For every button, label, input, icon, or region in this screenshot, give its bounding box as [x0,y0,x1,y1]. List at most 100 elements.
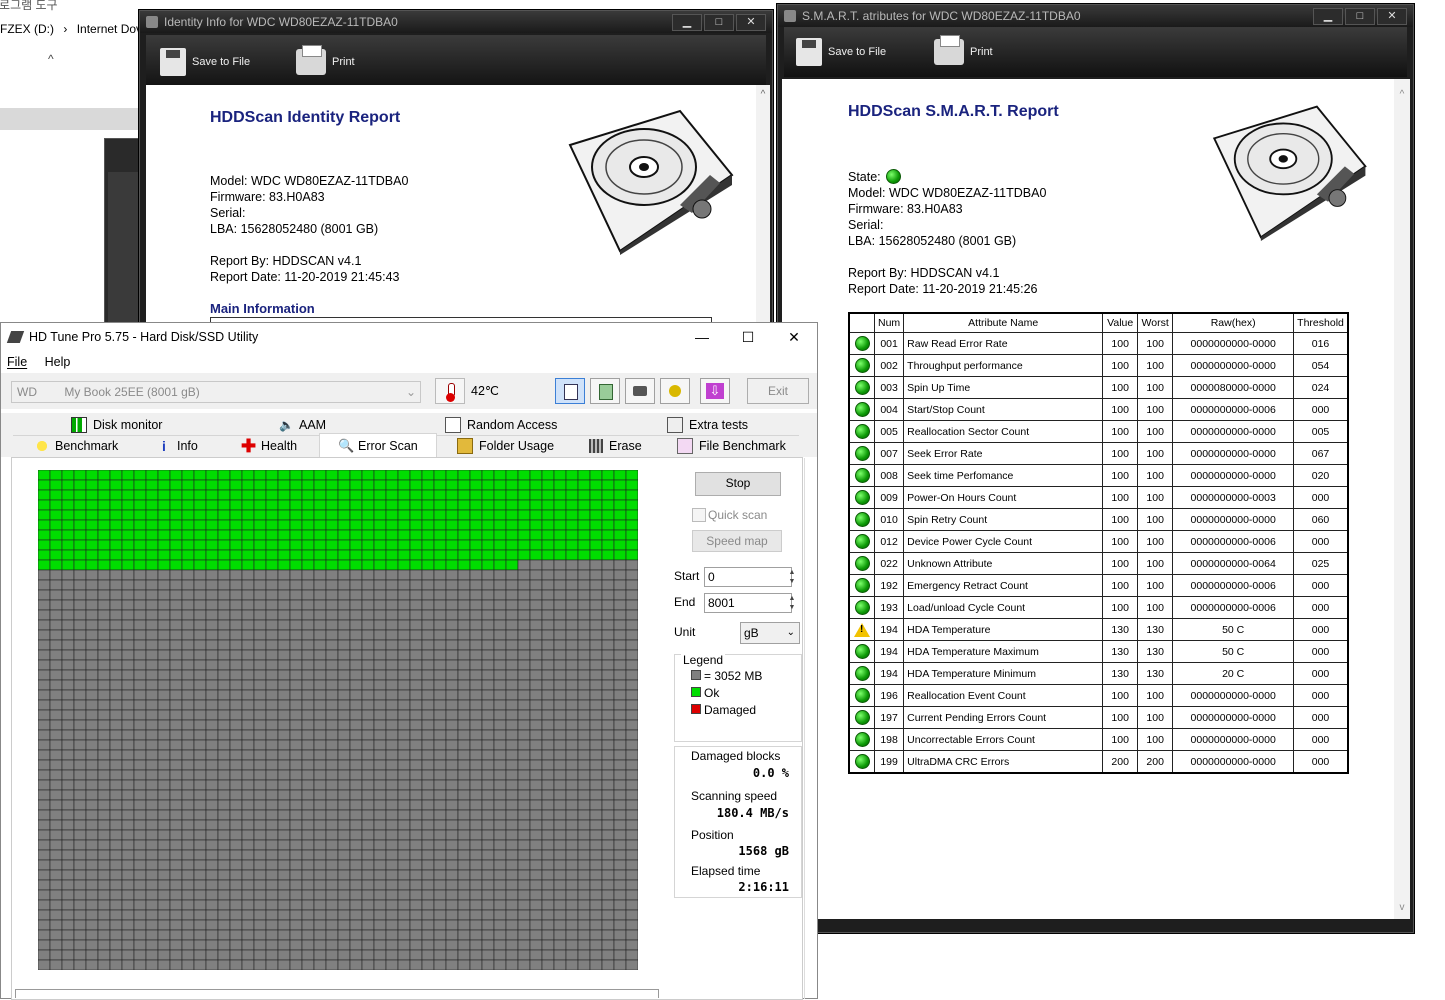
close-button[interactable]: ✕ [771,323,817,351]
scan-block-pending [589,819,603,831]
tab-aam[interactable]: 🔈 AAM [279,415,326,435]
maximize-button[interactable]: ☐ [725,323,771,351]
smart-window-titlebar[interactable]: S.M.A.R.T. atributes for WDC WD80EZAZ-11… [778,5,1413,27]
end-spinner[interactable]: ▲ ▼ [786,594,798,612]
scan-block-pending [109,589,123,601]
screenshot-button[interactable] [625,378,655,404]
scan-block-pending [241,709,255,721]
scan-block-pending [61,779,75,791]
scan-block-pending [181,819,195,831]
quick-scan-checkbox[interactable] [692,508,706,522]
scan-block-ok [541,529,555,541]
maximize-button[interactable]: □ [1345,8,1375,25]
scan-block-pending [481,729,495,741]
chevron-up-icon[interactable]: ^ [48,52,54,66]
scan-block-pending [553,729,567,741]
scan-block-pending [97,849,111,861]
explorer-path-folder[interactable]: Internet Dov [77,22,142,36]
identity-scrollbar[interactable]: ^ [756,85,770,331]
scroll-up-icon[interactable]: ^ [1394,89,1410,100]
scan-block-pending [253,939,267,951]
scan-block-pending [169,889,183,901]
explorer-path-drive[interactable]: FZEX (D:) [0,22,54,36]
tab-random-access[interactable]: Random Access [445,415,557,435]
explorer-selected-row[interactable] [0,108,140,130]
scan-block-pending [397,619,411,631]
smart-status-cell [848,596,875,619]
scan-block-pending [61,809,75,821]
scan-block-pending [409,889,423,901]
scan-block-ok [253,489,267,501]
exit-button[interactable]: Exit [747,378,809,404]
hdtune-titlebar[interactable]: HD Tune Pro 5.75 - Hard Disk/SSD Utility… [1,323,817,351]
scan-block-pending [289,729,303,741]
scan-block-pending [181,809,195,821]
scan-block-pending [289,779,303,791]
scan-block-pending [517,619,531,631]
scan-block-pending [301,649,315,661]
save-to-file-button[interactable]: Save to File [796,35,886,69]
scan-block-pending [313,889,327,901]
tab-health[interactable]: ✚ Health [241,436,297,456]
ok-swatch [691,687,701,697]
scan-block-ok [265,549,279,561]
minimize-button[interactable]: ▁ [1313,8,1343,25]
print-button[interactable]: Print [934,35,993,69]
tab-folder-usage[interactable]: Folder Usage [457,436,554,456]
unit-select[interactable]: gB ⌄ [740,622,800,644]
save-to-file-button[interactable]: Save to File [160,45,250,79]
scan-block-pending [253,949,267,961]
scan-block-pending [181,649,195,661]
download-button[interactable]: ⇩ [700,378,730,404]
legend-ok: Ok [691,686,719,700]
scan-block-pending [205,959,219,970]
scan-block-pending [469,709,483,721]
scroll-down-icon[interactable]: v [1394,902,1410,913]
tab-benchmark[interactable]: Benchmark [35,436,118,456]
tab-erase[interactable]: Erase [589,436,642,456]
tab-info[interactable]: i Info [157,436,198,456]
maximize-button[interactable]: □ [704,14,734,31]
scan-block-pending [38,579,51,591]
end-field[interactable]: 8001 [704,593,792,613]
scan-block-pending [181,909,195,921]
scan-block-pending [265,679,279,691]
menu-help[interactable]: Help [45,355,71,369]
scan-block-pending [577,869,591,881]
identity-window-titlebar[interactable]: Identity Info for WDC WD80EZAZ-11TDBA0 ▁… [140,11,772,33]
tab-extra-tests[interactable]: Extra tests [667,415,748,435]
tab-error-scan[interactable]: 🔍 Error Scan [319,433,437,457]
scan-block-ok [277,519,291,531]
drive-select[interactable]: WD My Book 25EE (8001 gB) ⌄ [11,381,421,403]
copy-info-button[interactable] [555,378,585,404]
tab-disk-monitor[interactable]: Disk monitor [71,415,162,435]
scan-block-pending [73,749,87,761]
save-info-button[interactable] [590,378,620,404]
start-field[interactable]: 0 [704,567,792,587]
close-button[interactable]: ✕ [736,14,766,31]
speed-map-button[interactable]: Speed map [692,530,782,552]
scan-block-pending [349,729,363,741]
minimize-button[interactable]: — [679,323,725,351]
scroll-up-icon[interactable]: ^ [756,89,770,100]
start-spinner[interactable]: ▲ ▼ [786,568,798,586]
minimize-button[interactable]: ▁ [672,14,702,31]
explorer-address-bar[interactable]: FZEX (D:) › Internet Dov [0,22,142,46]
scan-block-pending [589,649,603,661]
menu-file[interactable]: File [7,355,27,369]
tab-file-benchmark[interactable]: File Benchmark [677,436,786,456]
scan-block-ok [85,499,99,511]
stop-button[interactable]: Stop [695,472,781,496]
print-button[interactable]: Print [296,45,355,79]
scan-block-ok [38,470,51,481]
scan-block-pending [469,859,483,871]
scan-block-pending [469,899,483,911]
close-button[interactable]: ✕ [1377,8,1407,25]
scan-block-pending [565,789,579,801]
smart-worst-cell: 100 [1137,574,1174,597]
options-button[interactable] [660,378,690,404]
scan-block-pending [325,779,339,791]
scan-block-pending [469,739,483,751]
smart-scrollbar[interactable]: ^ v [1394,79,1410,919]
scan-block-pending [469,959,483,970]
